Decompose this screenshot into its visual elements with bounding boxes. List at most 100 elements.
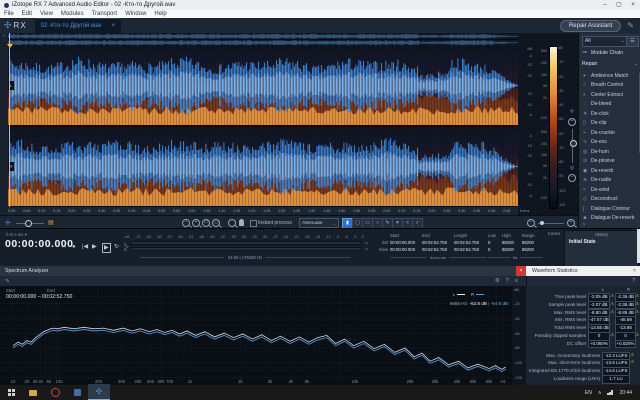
close-icon[interactable]: × [633, 266, 640, 276]
sidebar-item-de-crackle[interactable]: ⌁De-crackle [579, 128, 640, 138]
sidebar-item-de-reverb[interactable]: ◉De-reverb [579, 166, 640, 176]
magnifier-icon[interactable] [228, 219, 236, 227]
channel-r[interactable]: R [8, 127, 518, 206]
menu-item-help[interactable]: Help [150, 10, 170, 18]
repair-assistant-button[interactable]: Repair Assistant [560, 20, 621, 32]
transport-record-button[interactable]: ● [72, 243, 76, 251]
y-tick-label: dB [514, 287, 519, 292]
waveform-statistics-titlebar[interactable]: Waveform Statistics × [526, 266, 640, 276]
locate-playhead-icon[interactable]: ◎ [566, 165, 578, 171]
sidebar-item-de-plosive[interactable]: ⊙De-plosive [579, 157, 640, 167]
active-app-rx[interactable]: ✣ [88, 384, 110, 400]
sidebar-item-dialogue-de-reverb[interactable]: ◈Dialogue De-reverb [579, 214, 640, 224]
nudge-pan-icon[interactable]: ✛ [5, 219, 11, 227]
timeline-tick: 0:10 [38, 207, 53, 215]
dialogue-contour-icon: ∫ [583, 206, 591, 212]
sidebar-item-de-bleed[interactable]: ◌De-bleed [579, 100, 640, 110]
meter-clip-indicator[interactable]: -∞ [364, 241, 368, 245]
y-tick-label: -40 [514, 316, 520, 321]
spectrogram-texture [8, 46, 518, 125]
clock[interactable]: 20:44 [619, 390, 632, 396]
spectrogram-color-legend[interactable] [549, 46, 558, 209]
x-tick-label: 10 [11, 379, 16, 384]
transport-play-button[interactable]: ▶ [92, 243, 97, 251]
layers-icon[interactable]: ▤ [48, 219, 54, 226]
selection-cell: 88200 [522, 247, 542, 252]
zoom-selection-icon[interactable]: ▭ [202, 219, 210, 227]
tab-close-icon[interactable]: × [112, 23, 116, 29]
hand-tool-icon[interactable] [239, 219, 244, 226]
sidebar-item-deconstruct[interactable]: ◇Deconstruct [579, 195, 640, 205]
window-minimize-button[interactable]: – [598, 0, 612, 10]
selection-header-range: Range [522, 233, 542, 238]
meter-clip-indicator[interactable]: -∞ [364, 247, 368, 251]
channel-l[interactable]: L [8, 46, 518, 125]
transport-play-selection-button[interactable]: ▶ [102, 243, 111, 253]
preset-icon[interactable]: ≡ [515, 278, 518, 284]
language-indicator[interactable]: EN [585, 390, 592, 396]
menu-item-file[interactable]: File [0, 10, 18, 18]
zoom-out-icon[interactable]: − [568, 174, 576, 182]
horizontal-zoom-out-icon[interactable]: − [527, 219, 535, 227]
pan-icon[interactable]: ✛ [566, 108, 578, 115]
network-icon[interactable] [607, 390, 613, 395]
menu-item-edit[interactable]: Edit [18, 10, 36, 18]
zoom-all-icon[interactable]: ▢ [212, 219, 220, 227]
zoom-in-icon[interactable]: + [568, 118, 576, 126]
zoom-in-time-icon[interactable]: + [192, 219, 200, 227]
sidebar-item-ambience-match[interactable]: ⌖Ambience Match [579, 71, 640, 81]
spectrogram-area[interactable]: LR [8, 46, 518, 207]
spectrum-plot[interactable]: 10203040601002003004005006007001k2k3k4k5… [0, 286, 512, 385]
frequency-ruler[interactable]: 50k20k10k5k2k10050k20k10k5k2k100 [534, 46, 548, 207]
zoom-out-time-icon[interactable]: − [182, 219, 190, 227]
horizontal-zoom-thumb[interactable] [540, 221, 544, 225]
document-tab[interactable]: 02 -Кто-то Другой.wav × [35, 18, 121, 34]
legend-ruler-label: -30 [558, 89, 572, 93]
module-list-view-button[interactable]: ☰ [626, 36, 639, 47]
attenuate-dropdown[interactable]: Attenuate⌄ [299, 218, 339, 228]
close-panel-button[interactable]: × [516, 266, 526, 276]
sidebar-item-de-ess[interactable]: ∿De-ess [579, 138, 640, 148]
sidebar-item-de-rustle[interactable]: ≋De-rustle [579, 176, 640, 186]
sidebar-item-de-clip[interactable]: ▯De-clip [579, 119, 640, 129]
transport-scrub-button[interactable]: ∿ [124, 243, 129, 251]
zoom-slider-thumb[interactable] [570, 140, 577, 147]
help-icon[interactable]: ? [506, 278, 509, 284]
app-icon-blue[interactable] [66, 385, 88, 400]
tray-expand-icon[interactable]: ∧ [598, 390, 602, 396]
window-maximize-button[interactable]: ▢ [612, 0, 626, 10]
history-item[interactable]: Initial State [569, 239, 638, 245]
window-close-button[interactable]: × [626, 0, 640, 10]
module-filter-dropdown[interactable]: All ⌄ [582, 36, 628, 47]
timeline-ruler[interactable]: 0:000:050:100:150:200:250:300:350:400:45… [8, 207, 518, 215]
start-button[interactable] [0, 385, 22, 400]
sidebar-item-de-hum[interactable]: ◎De-hum [579, 147, 640, 157]
horizontal-zoom-in-icon[interactable]: + [567, 219, 575, 227]
amplitude-ruler[interactable]: dB-4-10-20-20-10-4-4-10-20-20-10-4 [518, 46, 533, 207]
waveform-overview[interactable] [8, 33, 518, 46]
module-chain-item[interactable]: ≔ Module Chain [582, 48, 640, 57]
repair-section-header[interactable]: Repair ⌄ [582, 59, 638, 68]
spectrum-analyzer-header[interactable]: Spectrum Analyzer [0, 266, 521, 276]
browser-icon[interactable] [44, 385, 66, 400]
menu-item-window[interactable]: Window [121, 10, 150, 18]
sidebar-item-dialogue-contour[interactable]: ∫Dialogue Contour [579, 204, 640, 214]
settings-gear-icon[interactable]: ⚙ [495, 278, 500, 284]
end-label: End [47, 288, 55, 293]
playhead-marker[interactable] [7, 44, 13, 48]
blend-slider-thumb[interactable] [25, 220, 32, 227]
transport-loop-button[interactable]: ↻ [114, 243, 119, 251]
help-icon[interactable]: ? [632, 276, 640, 286]
edit-pencil-icon[interactable]: ✎ [627, 21, 634, 30]
sidebar-item-center-extract[interactable]: ◐Center Extract [579, 90, 640, 100]
instant-process-checkbox[interactable] [250, 220, 257, 227]
sidebar-item-de-click[interactable]: ✳De-click [579, 109, 640, 119]
transport-go-to-start-button[interactable]: |◀ [82, 243, 88, 251]
file-explorer-icon[interactable] [22, 385, 44, 400]
sidebar-item-de-wind[interactable]: ≈De-wind [579, 185, 640, 195]
playhead-line[interactable] [9, 46, 10, 207]
sidebar-item-breath-control[interactable]: ∩Breath Control [579, 81, 640, 91]
vertical-zoom-controls[interactable]: ✛ + ◎ − [566, 108, 578, 208]
transport-monitor-button[interactable]: ∩ [62, 243, 66, 251]
collapse-icon[interactable]: ›‹ [2, 33, 5, 39]
